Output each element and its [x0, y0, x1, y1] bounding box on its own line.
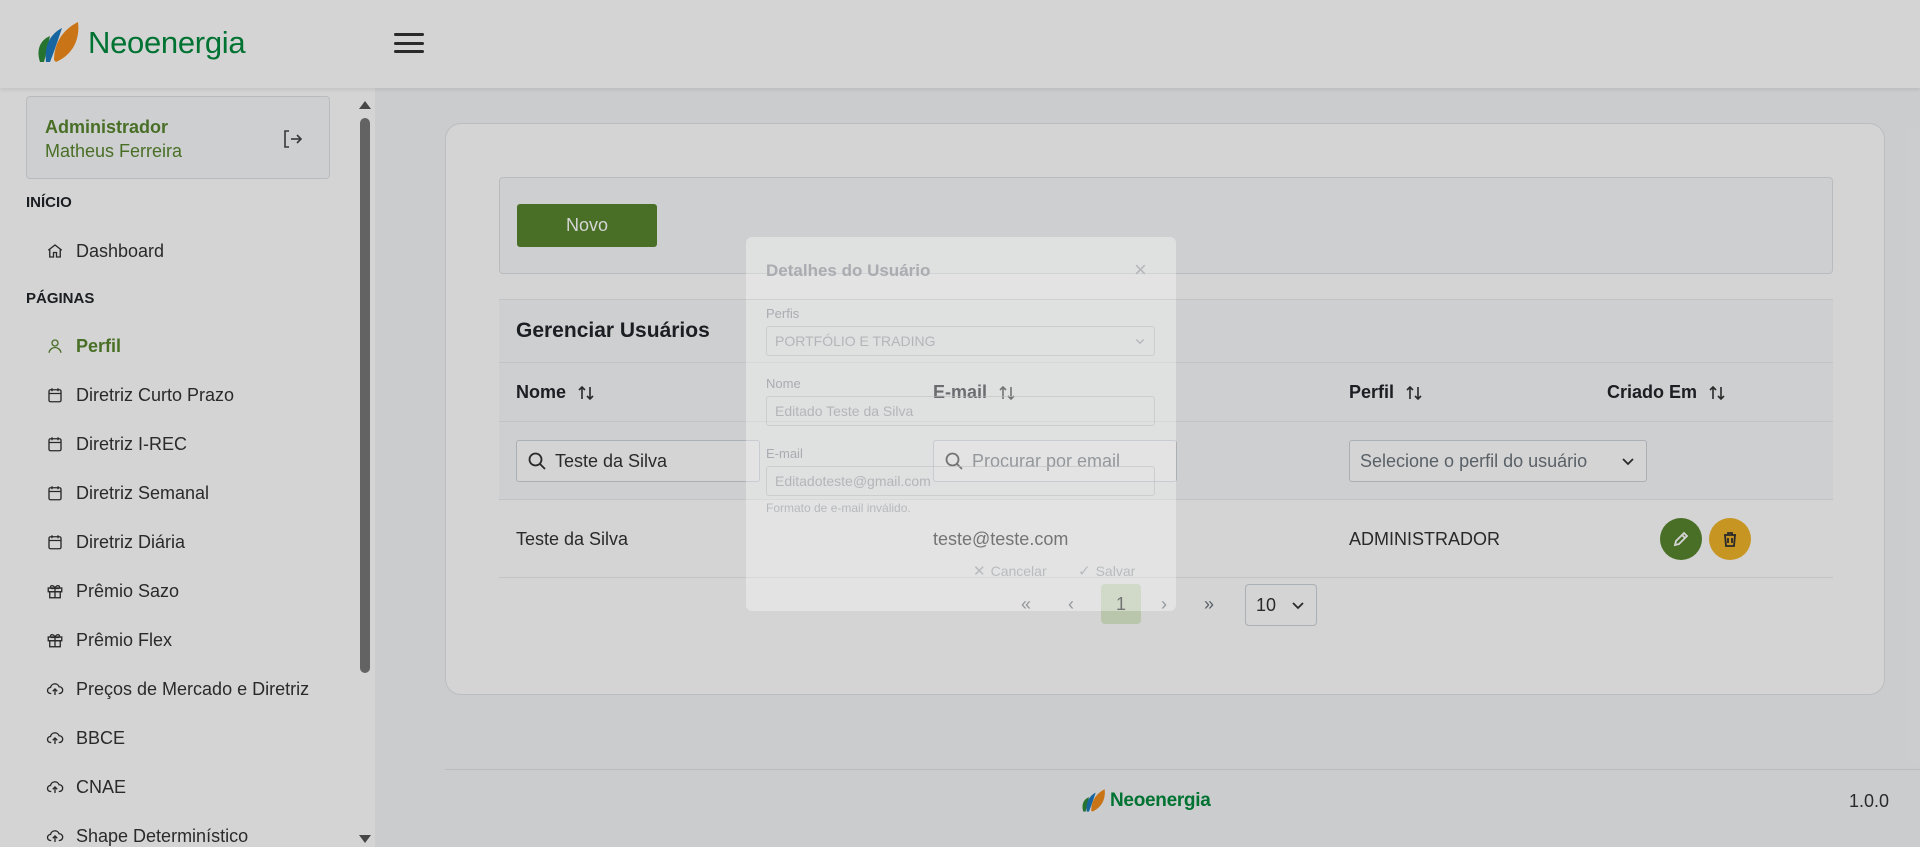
profile-label: Perfis	[766, 306, 800, 321]
profile-select-value: PORTFÓLIO E TRADING	[775, 333, 936, 349]
email-field[interactable]: Editadoteste@gmail.com	[766, 466, 1155, 496]
close-icon[interactable]: ×	[1134, 257, 1147, 283]
profile-select[interactable]: PORTFÓLIO E TRADING	[766, 326, 1155, 356]
dialog-title: Detalhes do Usuário	[766, 261, 931, 280]
save-label: Salvar	[1095, 563, 1136, 579]
email-error-message: Formato de e-mail inválido.	[766, 501, 911, 515]
name-label: Nome	[766, 376, 801, 391]
save-button[interactable]: ✓ Salvar	[1078, 562, 1135, 580]
email-label: E-mail	[766, 446, 803, 461]
cancel-button[interactable]: ✕ Cancelar	[973, 562, 1047, 580]
user-details-dialog: Detalhes do Usuário × Perfis PORTFÓLIO E…	[746, 237, 1176, 611]
cancel-label: Cancelar	[990, 563, 1047, 579]
close-icon: ✕	[973, 563, 986, 580]
name-field-value: Editado Teste da Silva	[775, 403, 914, 419]
check-icon: ✓	[1078, 563, 1091, 580]
dialog-header: Detalhes do Usuário ×	[746, 237, 1176, 300]
chevron-down-icon	[1135, 339, 1145, 345]
name-field[interactable]: Editado Teste da Silva	[766, 396, 1155, 426]
email-field-value: Editadoteste@gmail.com	[775, 473, 931, 489]
